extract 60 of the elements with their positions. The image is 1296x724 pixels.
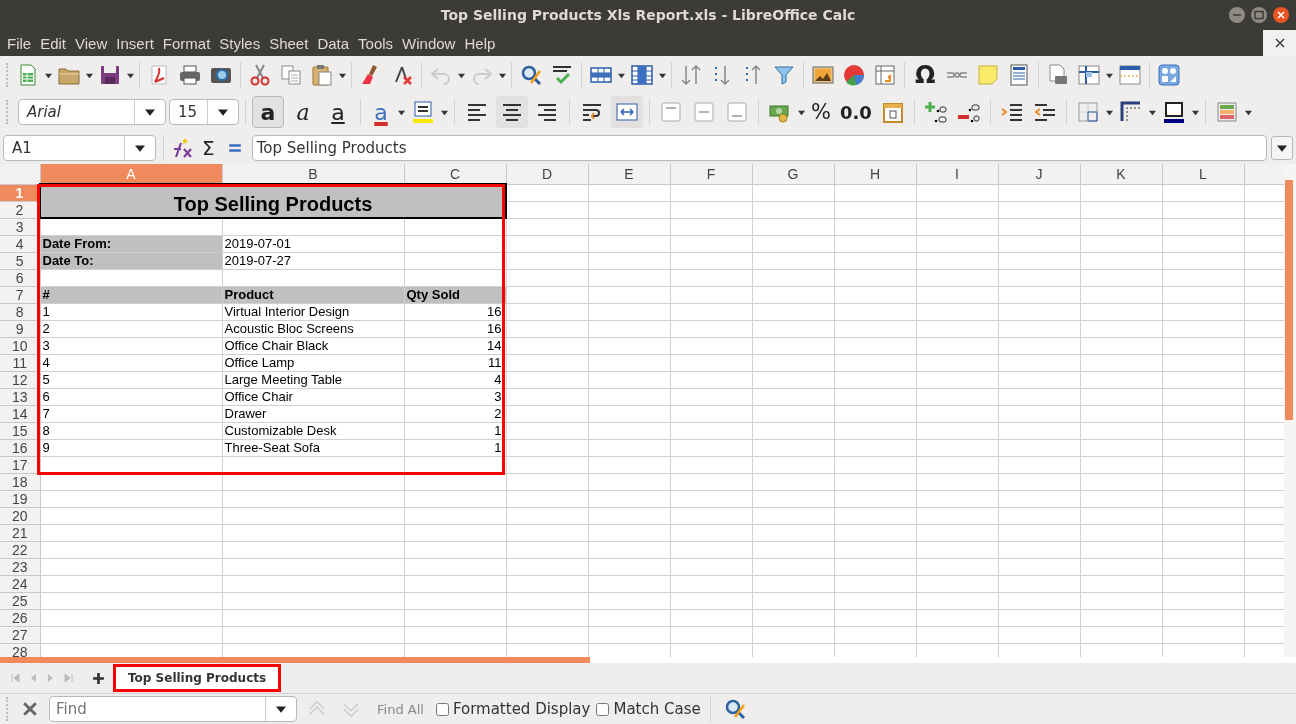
sum-button[interactable]: Σ [199,135,218,160]
table-cell: Office Lamp [222,354,404,372]
font-name-field[interactable]: Arial [18,99,166,125]
window-title: Top Selling Products Xls Report.xls - LibreOffice Calc [440,7,856,23]
column-header[interactable]: F [670,164,752,184]
table-cell: 1 [404,439,506,457]
menu-item[interactable]: View [75,34,108,52]
menu-item[interactable]: Help [464,34,496,52]
table-cell: 16 [404,303,506,321]
menu-item[interactable]: Window [402,34,456,52]
font-color-button[interactable]: a [367,96,395,128]
table-cell: 3 [404,388,506,406]
find-field[interactable]: Find [49,696,297,722]
column-header[interactable]: E [588,164,670,184]
table-cell: Virtual Interior Design [222,303,404,321]
table-cell: 2019-07-01 [222,235,404,253]
checkbox-label: Formatted Display [452,700,591,718]
table-cell: Large Meeting Table [222,371,404,389]
checkbox-label: Match Case [613,700,701,718]
find-input[interactable]: Find [50,697,265,721]
table-cell: 2 [404,405,506,423]
underline-button[interactable]: a [322,96,354,128]
number-format-button[interactable]: 0.0 [836,101,875,123]
column-header[interactable]: C [404,164,506,184]
font-size-field[interactable]: 15 [169,99,239,125]
formula-input[interactable]: Top Selling Products [251,134,1267,161]
table-cell: 16 [404,320,506,338]
table-cell: 14 [404,337,506,355]
italic-button[interactable]: a [287,96,319,128]
table-cell: 4 [404,371,506,389]
column-header[interactable]: B [222,164,404,184]
menu-item[interactable]: Insert [116,34,154,52]
table-cell: Drawer [222,405,404,423]
percent-button[interactable]: % [808,100,834,124]
column-header[interactable]: D [506,164,588,184]
table-cell: 1 [404,422,506,440]
menu-item[interactable]: Format [162,34,211,52]
table-cell: Three-Seat Sofa [222,439,404,457]
table-cell: Acoustic Bloc Screens [222,320,404,338]
table-cell: Office Chair [222,388,404,406]
column-header[interactable]: L [1162,164,1244,184]
menu-item[interactable]: Sheet [269,34,309,52]
menu-item[interactable]: File [7,34,32,52]
column-header[interactable]: K [1080,164,1162,184]
menu-item[interactable]: Styles [219,34,261,52]
sheet-tab[interactable]: Top Selling Products [113,664,282,692]
column-header[interactable]: I [916,164,998,184]
name-box[interactable]: A1 [3,134,156,161]
table-cell: 11 [404,354,506,372]
table-cell: 2019-07-27 [222,252,404,270]
menu-item[interactable]: Data [317,34,350,52]
column-header[interactable]: J [998,164,1080,184]
bold-button[interactable]: a [252,96,284,128]
special-character-button[interactable]: Ω [910,61,941,89]
table-cell: Office Chair Black [222,337,404,355]
menu-item[interactable]: Edit [40,34,67,52]
column-header[interactable]: H [834,164,916,184]
table-cell: Customizable Desk [222,422,404,440]
menu-item[interactable]: Tools [358,34,394,52]
column-header[interactable]: G [752,164,834,184]
